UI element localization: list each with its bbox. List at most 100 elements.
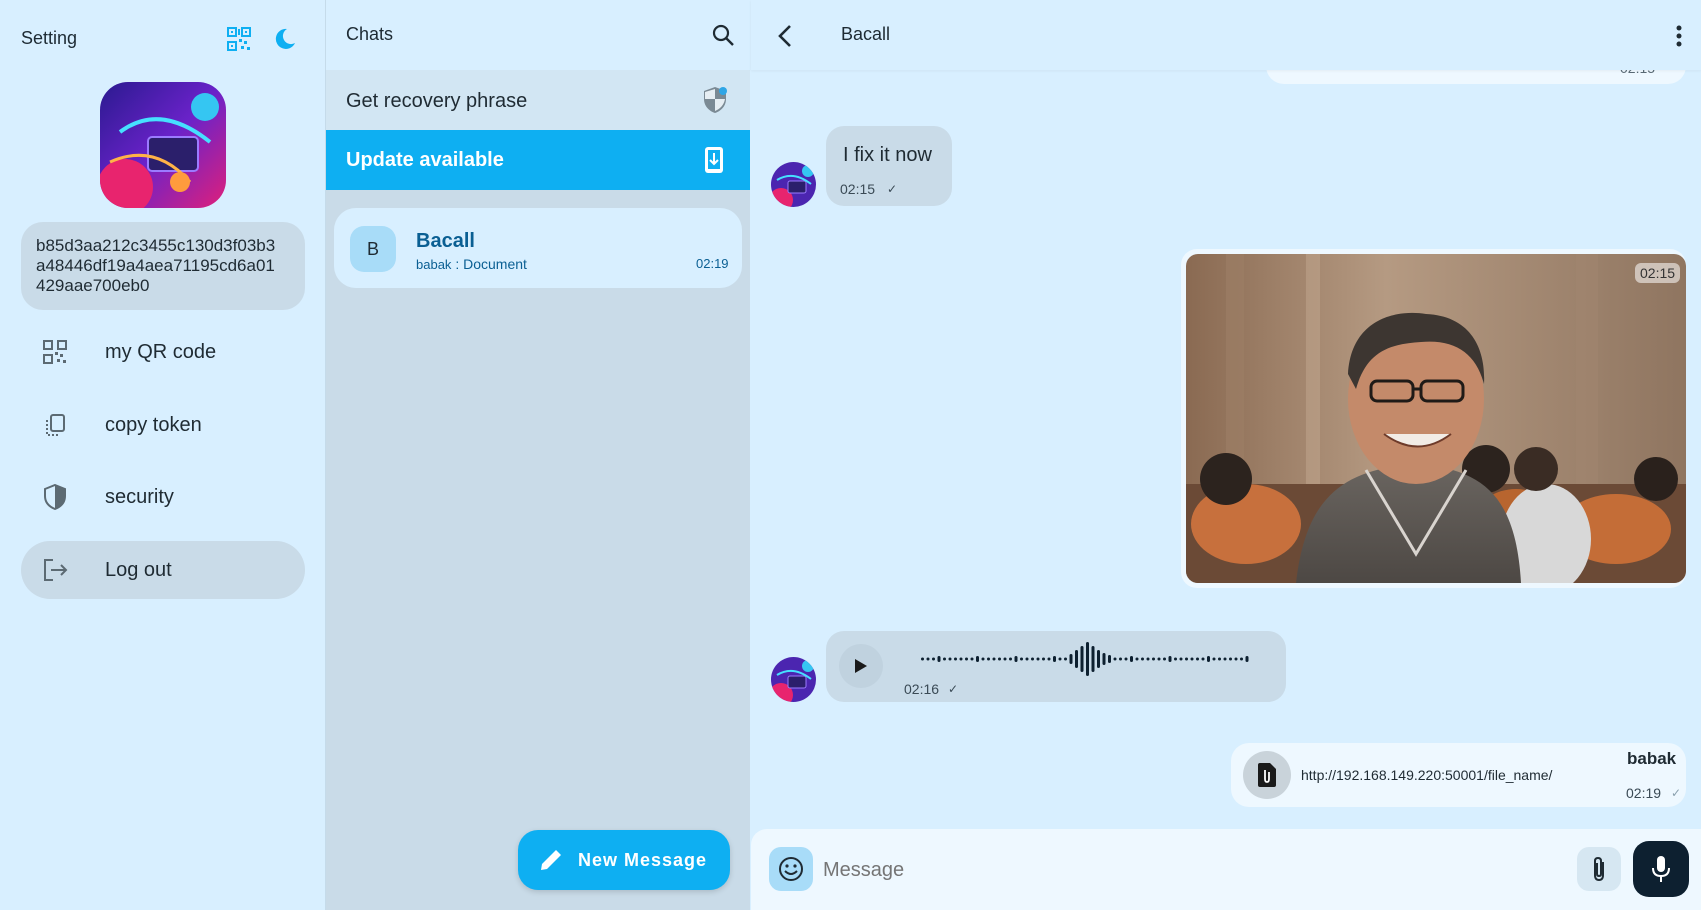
waveform-bar (1190, 657, 1194, 661)
message-bubble-incoming[interactable]: I fix it now 02:15 ✓ (826, 126, 952, 206)
more-vertical-icon (1676, 25, 1682, 47)
photo[interactable] (1186, 254, 1686, 583)
chats-title: Chats (346, 24, 394, 44)
message-input-bar (751, 829, 1701, 910)
menu-item-label: my QR code (105, 340, 217, 363)
paperclip-icon (1594, 856, 1604, 882)
waveform-bar (1245, 656, 1249, 662)
waveform-bar (965, 657, 968, 661)
waveform-bar (1108, 655, 1111, 663)
token-box[interactable]: b85d3aa212c3455c130d3f03b3 a48446df19a4a… (21, 222, 305, 310)
menu-item-label: security (105, 485, 174, 508)
waveform-bar (987, 657, 990, 661)
conversation-header: Bacall (751, 0, 1701, 70)
menu-item-security[interactable]: security (21, 468, 305, 526)
message-input[interactable] (821, 849, 1425, 891)
waveform-bar (1042, 657, 1045, 661)
recovery-phrase-row[interactable]: Get recovery phrase (326, 70, 750, 130)
waveform-bar (943, 657, 946, 661)
waveform-bar (1036, 657, 1040, 661)
settings-title: Setting (21, 28, 78, 48)
waveform-bar (1240, 657, 1243, 661)
waveform-bar (1020, 657, 1023, 661)
shield-icon (704, 87, 727, 113)
voice-message-bubble[interactable]: 02:16 ✓ (826, 631, 1286, 702)
copy-icon (46, 414, 65, 436)
waveform-bar (1223, 657, 1227, 661)
waveform-bar (1031, 657, 1034, 661)
emoji-icon (779, 857, 803, 881)
token-line: 429aae700eb0 (36, 276, 150, 295)
conversation-title: Bacall (841, 24, 891, 44)
file-download-button[interactable] (1243, 751, 1291, 799)
update-banner[interactable]: Update available (326, 130, 750, 190)
waveform-bar (976, 656, 979, 662)
waveform-bar (998, 657, 1001, 661)
more-options-button[interactable] (1671, 22, 1687, 50)
waveform-bar (1234, 657, 1238, 661)
waveform[interactable] (921, 641, 1261, 677)
voice-record-button[interactable] (1633, 841, 1689, 897)
menu-item-qr-code[interactable]: my QR code (21, 323, 305, 381)
chats-panel: Chats Get recovery phrase Update availab… (326, 0, 750, 910)
waveform-bar (1119, 657, 1122, 661)
sender-avatar[interactable] (771, 657, 816, 702)
new-message-button[interactable]: New Message (518, 830, 730, 890)
waveform-bar (1097, 650, 1100, 668)
message-time: 02:15 (1635, 263, 1681, 283)
chat-preview-sender: babak (416, 257, 452, 272)
update-label: Update available (346, 149, 504, 171)
token-line: b85d3aa212c3455c130d3f03b3 (36, 236, 276, 255)
search-button[interactable] (710, 22, 736, 48)
waveform-bar (981, 657, 985, 661)
waveform-bar (1075, 650, 1078, 668)
pencil-icon (541, 850, 561, 870)
file-icon (1258, 763, 1276, 787)
waveform-bar (954, 657, 957, 661)
read-check-icon: ✓ (887, 182, 898, 196)
read-check-icon: ✓ (1671, 786, 1682, 800)
chat-time: 02:19 (696, 256, 729, 271)
waveform-bar (926, 657, 930, 661)
waveform-bar (1069, 654, 1073, 664)
waveform-bar (992, 657, 996, 661)
image-message[interactable]: 02:15 (1181, 249, 1686, 588)
waveform-bar (1146, 657, 1150, 661)
emoji-button[interactable] (769, 847, 813, 891)
recovery-label: Get recovery phrase (346, 90, 528, 112)
search-icon (712, 24, 734, 46)
message-text: I fix it now (843, 144, 932, 166)
waveform-bar (1185, 657, 1188, 661)
waveform-bar (1207, 656, 1210, 662)
photo-image (1186, 254, 1686, 583)
waveform-bar (932, 657, 935, 661)
chat-preview-separator: : (455, 256, 460, 272)
dark-mode-button[interactable] (272, 26, 298, 52)
qr-code-button[interactable] (226, 26, 252, 52)
download-phone-icon (705, 147, 723, 173)
play-button[interactable] (839, 644, 883, 688)
waveform-bar (1157, 657, 1161, 661)
waveform-bar (1047, 657, 1051, 661)
waveform-bar (921, 657, 924, 661)
waveform-bar (1091, 646, 1095, 672)
file-url[interactable]: http://192.168.149.220:50001/file_name/ (1301, 767, 1552, 783)
chats-header: Chats (326, 0, 750, 70)
profile-avatar[interactable] (100, 82, 226, 208)
file-message-bubble[interactable]: babak http://192.168.149.220:50001/file_… (1231, 743, 1686, 807)
chat-list-item[interactable]: B Bacall babak : Document 02:19 (334, 208, 742, 288)
waveform-bar (1179, 657, 1183, 661)
attach-button[interactable] (1577, 847, 1621, 891)
menu-item-copy-token[interactable]: copy token (21, 396, 305, 454)
menu-item-logout[interactable]: Log out (21, 541, 305, 599)
qr-code-icon (227, 27, 251, 51)
waveform-bar (1014, 656, 1018, 662)
sender-avatar[interactable] (771, 162, 816, 207)
waveform-bar (1196, 657, 1199, 661)
conversation-panel: 02:15 Bacall I fix it now 02:15 ✓ (751, 0, 1701, 910)
back-button[interactable] (771, 22, 799, 50)
waveform-bar (1086, 642, 1089, 676)
waveform-bar (1168, 656, 1172, 662)
chat-preview-text: Document (463, 256, 527, 272)
waveform-bar (1152, 657, 1155, 661)
